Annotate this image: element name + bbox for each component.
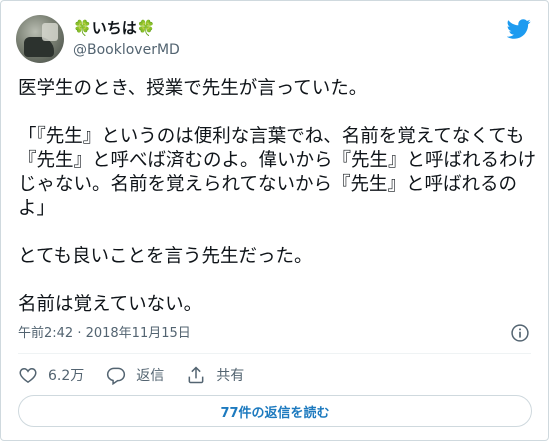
share-label: 共有 (216, 368, 245, 384)
divider (18, 353, 531, 354)
user-handle[interactable]: @BookloverMD (73, 41, 180, 59)
tweet-text: 医学生のとき、授業で先生が言っていた。 「『先生』というのは便利な言葉でね、名前… (18, 78, 537, 315)
display-name-text: いちは (91, 19, 137, 37)
like-count: 6.2万 (48, 368, 85, 384)
share-icon (188, 366, 204, 384)
twitter-bird-icon[interactable] (507, 17, 531, 41)
avatar-shape (42, 23, 58, 41)
tweet-card: 🍀いちは🍀 @BookloverMD 医学生のとき、授業で先生が言っていた。 「… (0, 0, 549, 441)
timestamp[interactable]: 午前2:42 · 2018年11月15日 (18, 325, 191, 343)
avatar[interactable] (16, 15, 64, 63)
reply-label: 返信 (136, 368, 165, 384)
read-replies-button[interactable]: 77件の返信を読む (18, 395, 532, 427)
heart-icon (19, 367, 37, 383)
info-icon[interactable] (510, 323, 530, 343)
share-button[interactable]: 共有 (186, 365, 244, 385)
action-bar: 6.2万 返信 共有 (18, 363, 266, 387)
display-name[interactable]: 🍀いちは🍀 (73, 18, 155, 38)
clover-icon: 🍀 (73, 19, 92, 37)
clover-icon: 🍀 (136, 19, 156, 37)
like-button[interactable]: 6.2万 (18, 365, 84, 385)
reply-icon (107, 367, 126, 385)
reply-button[interactable]: 返信 (106, 365, 164, 385)
